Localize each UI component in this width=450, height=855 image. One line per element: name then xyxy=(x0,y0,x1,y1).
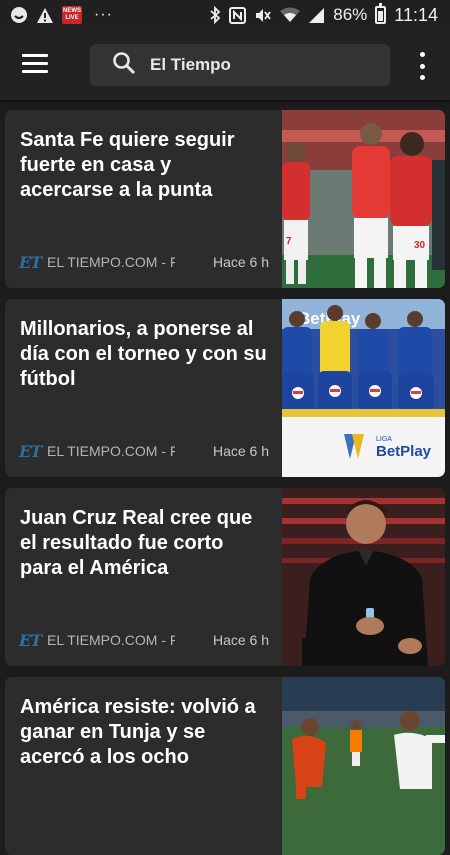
face-icon xyxy=(10,6,28,24)
wifi-icon xyxy=(280,7,301,23)
source-name: EL TIEMPO.COM - Fút… xyxy=(47,254,175,270)
warning-icon xyxy=(36,7,54,24)
mute-icon xyxy=(254,7,272,24)
signal-icon xyxy=(308,7,325,24)
status-bar: NEWS LIVE ··· 86% 11:14 xyxy=(0,0,450,30)
news-title: Santa Fe quiere seguir fuerte en casa y … xyxy=(20,129,235,201)
source-logo-icon: ET xyxy=(19,630,42,650)
search-icon xyxy=(112,51,136,80)
timestamp: Hace 6 h xyxy=(212,443,269,459)
news-thumbnail: 7 30 xyxy=(282,110,445,288)
news-card[interactable]: Juan Cruz Real cree que el resultado fue… xyxy=(5,488,445,666)
search-box[interactable]: El Tiempo xyxy=(90,44,390,86)
clock: 11:14 xyxy=(394,4,438,25)
news-card[interactable]: Santa Fe quiere seguir fuerte en casa y … xyxy=(5,110,445,288)
news-thumbnail: BetPlay LIGA BetPlay xyxy=(282,299,445,477)
news-card[interactable]: América resiste: volvió a ganar en Tunja… xyxy=(5,677,445,855)
jersey-number: 30 xyxy=(414,240,426,251)
app-bar: El Tiempo xyxy=(0,30,450,100)
news-title: América resiste: volvió a ganar en Tunja… xyxy=(20,696,256,768)
bluetooth-icon xyxy=(209,6,221,24)
menu-icon[interactable] xyxy=(22,54,48,74)
source-name: EL TIEMPO.COM - Fút… xyxy=(47,443,175,459)
more-vert-icon[interactable] xyxy=(414,52,430,80)
timestamp: Hace 6 h xyxy=(212,254,269,270)
liga-text: LIGA xyxy=(376,436,392,443)
battery-fill xyxy=(378,10,384,21)
news-badge-icon: NEWS LIVE xyxy=(62,6,82,24)
timestamp: Hace 6 h xyxy=(212,632,269,648)
nfc-icon xyxy=(229,6,247,24)
source-row: ET EL TIEMPO.COM - Fút… Hace 6 h xyxy=(19,630,269,650)
jersey-number: 7 xyxy=(286,236,292,247)
news-card[interactable]: Millonarios, a ponerse al día con el tor… xyxy=(5,299,445,477)
battery-icon xyxy=(375,3,387,24)
source-row: ET EL TIEMPO.COM - Fút… Hace 6 h xyxy=(19,441,269,461)
battery-percent: 86% xyxy=(333,5,368,24)
news-thumbnail xyxy=(282,677,445,855)
news-thumbnail xyxy=(282,488,445,666)
source-logo-icon: ET xyxy=(19,441,42,461)
news-title: Millonarios, a ponerse al día con el tor… xyxy=(20,318,267,390)
banner-text: BetPlay xyxy=(376,443,432,460)
news-title: Juan Cruz Real cree que el resultado fue… xyxy=(20,507,253,579)
search-label: El Tiempo xyxy=(150,55,231,74)
source-row: ET EL TIEMPO.COM - Fút… Hace 6 h xyxy=(19,252,269,272)
source-name: EL TIEMPO.COM - Fút… xyxy=(47,632,175,648)
more-notifications-icon: ··· xyxy=(94,6,113,23)
source-logo-icon: ET xyxy=(19,252,42,272)
